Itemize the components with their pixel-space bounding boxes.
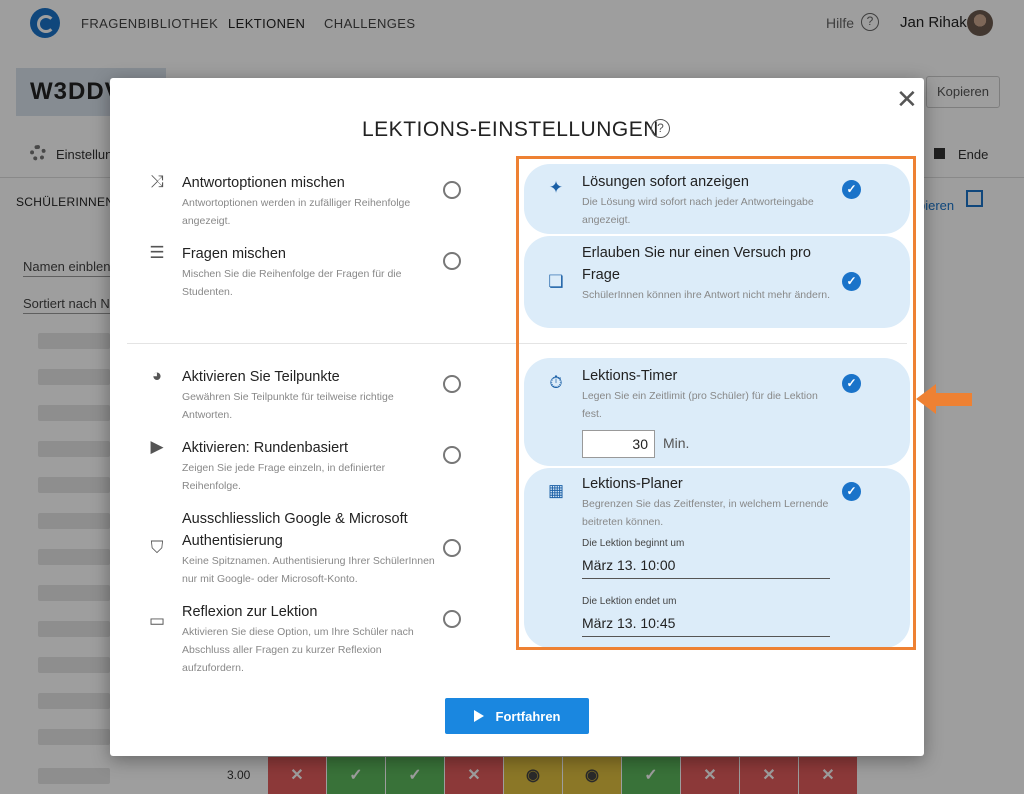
reflection-radio[interactable]	[443, 610, 461, 628]
close-icon[interactable]: ✕	[896, 84, 918, 115]
shuffle-questions-radio[interactable]	[443, 252, 461, 270]
shield-check-icon: ⛉	[150, 538, 164, 557]
option-title: Fragen mischen	[182, 246, 286, 262]
option-title: Antwortoptionen mischen	[182, 175, 345, 191]
arrow-left-icon	[916, 384, 972, 414]
option-description: Keine Spitznamen. Authentisierung Ihrer …	[182, 555, 435, 585]
playlist-remove-icon: ☰	[149, 243, 165, 262]
option-description: Gewähren Sie Teilpunkte für teilweise ri…	[182, 391, 394, 421]
dialog-title: LEKTIONS-EINSTELLUNGEN	[362, 118, 659, 141]
option-description: Mischen Sie die Reihenfolge der Fragen f…	[182, 268, 402, 298]
option-description: Antwortoptionen werden in zufälliger Rei…	[182, 197, 411, 227]
option-description: Aktivieren Sie diese Option, um Ihre Sch…	[182, 626, 414, 674]
partial-points-radio[interactable]	[443, 375, 461, 393]
chat-icon: ▭	[148, 611, 166, 630]
option-title: Reflexion zur Lektion	[182, 604, 318, 620]
continue-label: Fortfahren	[495, 708, 561, 724]
option-title: Ausschliesslich Google & Microsoft Authe…	[182, 511, 408, 549]
highlight-box	[516, 156, 916, 650]
arrow-head	[916, 384, 936, 414]
play-icon	[473, 710, 484, 722]
help-icon[interactable]: ?	[651, 119, 670, 138]
auth-radio[interactable]	[443, 539, 461, 557]
shuffle-answers-radio[interactable]	[443, 181, 461, 199]
continue-button[interactable]: Fortfahren	[445, 698, 589, 734]
shuffle-icon: ⤨	[150, 172, 164, 191]
option-title: Aktivieren Sie Teilpunkte	[182, 369, 340, 385]
pie-chart-icon: ◕	[151, 366, 163, 385]
arrow-shaft	[934, 393, 972, 406]
play-circle-icon: ▶	[150, 437, 164, 456]
option-title: Aktivieren: Rundenbasiert	[182, 440, 349, 456]
option-description: Zeigen Sie jede Frage einzeln, in defini…	[182, 462, 386, 492]
round-based-radio[interactable]	[443, 446, 461, 464]
